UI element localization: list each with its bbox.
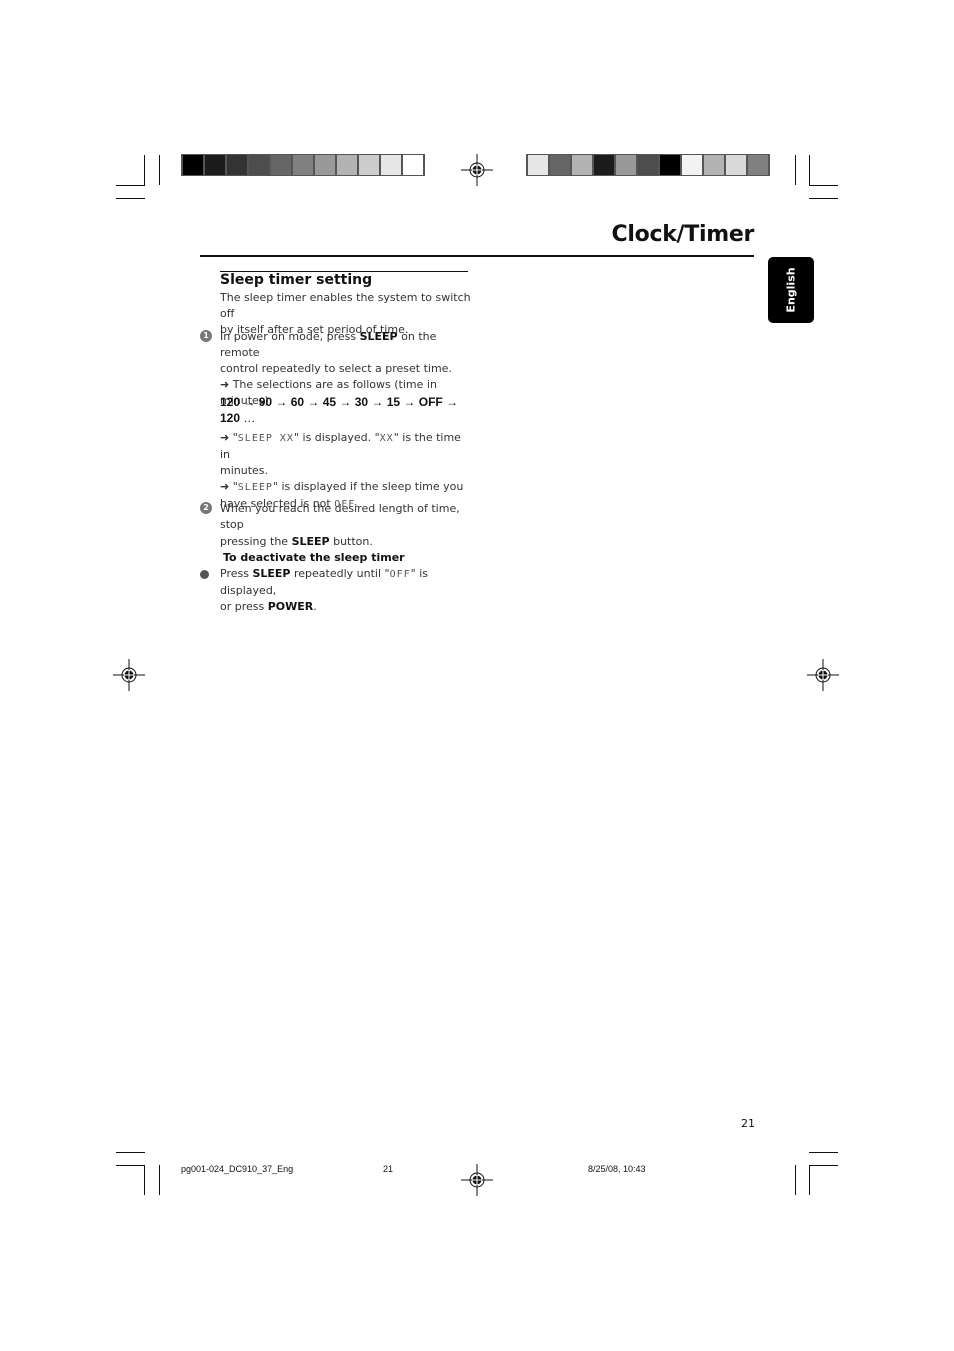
- lcd-display-text: SLEEP XX: [237, 433, 294, 444]
- text: button.: [329, 535, 373, 548]
- crop-mark: [809, 198, 838, 199]
- sequence-line: 120 → 90 → 60 → 45 → 30 → 15 → OFF →: [220, 395, 459, 409]
- crop-mark: [116, 1165, 145, 1166]
- color-calibration-bar-left: [181, 154, 425, 176]
- color-swatch: [381, 155, 401, 175]
- color-swatch: [227, 155, 247, 175]
- key-name: SLEEP: [252, 567, 291, 580]
- text: In power on mode, press: [220, 330, 360, 343]
- text: When you reach the desired length of tim…: [220, 502, 460, 531]
- crop-mark: [116, 1152, 145, 1153]
- color-swatch: [249, 155, 269, 175]
- lcd-display-text: SLEEP: [237, 482, 273, 493]
- lcd-display-text: XX: [379, 433, 394, 444]
- crop-mark: [809, 1165, 810, 1195]
- color-swatch: [726, 155, 746, 175]
- crop-mark: [809, 1165, 838, 1166]
- crop-mark: [809, 185, 838, 186]
- arrow-right-icon: ➜: [220, 378, 230, 391]
- color-swatch: [682, 155, 702, 175]
- color-calibration-bar-right: [526, 154, 770, 176]
- text: control repeatedly to select a preset ti…: [220, 362, 452, 375]
- step-2-text: When you reach the desired length of tim…: [220, 501, 472, 550]
- footer-filename: pg001-024_DC910_37_Eng: [181, 1164, 294, 1174]
- registration-mark-icon: [461, 154, 493, 186]
- key-name: POWER: [267, 600, 314, 613]
- key-name: SLEEP: [291, 535, 330, 548]
- color-swatch: [271, 155, 291, 175]
- text: ": [229, 480, 238, 493]
- bullet-icon: [200, 570, 209, 579]
- color-swatch: [183, 155, 203, 175]
- color-swatch: [660, 155, 680, 175]
- crop-mark: [159, 1165, 160, 1195]
- registration-mark-icon: [113, 659, 145, 691]
- arrow-right-icon: ➜: [220, 431, 230, 444]
- color-swatch: [293, 155, 313, 175]
- title-divider: [200, 255, 754, 257]
- text: minutes.: [220, 464, 269, 477]
- key-name: SLEEP: [359, 330, 398, 343]
- step-1-icon: 1: [200, 330, 212, 342]
- text: repeatedly until ": [290, 567, 390, 580]
- deactivate-heading: To deactivate the sleep timer: [223, 551, 405, 564]
- text: " is displayed. ": [293, 431, 380, 444]
- crop-mark: [795, 1165, 796, 1195]
- color-swatch: [359, 155, 379, 175]
- color-swatch: [550, 155, 570, 175]
- crop-mark: [116, 198, 145, 199]
- sleep-sequence: 120 → 90 → 60 → 45 → 30 → 15 → OFF → 120…: [220, 394, 472, 426]
- crop-mark: [809, 1152, 838, 1153]
- text: ": [229, 431, 238, 444]
- ellipsis: …: [240, 411, 256, 425]
- page-number: 21: [741, 1117, 755, 1130]
- step-2-icon: 2: [200, 502, 212, 514]
- color-swatch: [528, 155, 548, 175]
- deactivate-text: Press SLEEP repeatedly until "OFF" is di…: [220, 566, 472, 615]
- color-swatch: [638, 155, 658, 175]
- text: or press: [220, 600, 268, 613]
- color-swatch: [748, 155, 768, 175]
- footer-datetime: 8/25/08, 10:43: [588, 1164, 646, 1174]
- footer-page: 21: [383, 1164, 394, 1174]
- page-title: Clock/Timer: [611, 222, 755, 247]
- crop-mark: [144, 155, 145, 185]
- text: " is displayed if the sleep time you: [272, 480, 464, 493]
- arrow-right-icon: ➜: [220, 480, 230, 493]
- color-swatch: [403, 155, 423, 175]
- color-swatch: [315, 155, 335, 175]
- crop-mark: [144, 1165, 145, 1195]
- color-swatch: [572, 155, 592, 175]
- color-swatch: [616, 155, 636, 175]
- crop-mark: [809, 155, 810, 185]
- section-title: Sleep timer setting: [220, 272, 373, 288]
- registration-mark-icon: [807, 659, 839, 691]
- text: The selections are as follows (time in: [229, 378, 437, 391]
- color-swatch: [704, 155, 724, 175]
- language-tab-label: English: [784, 267, 798, 313]
- lcd-display-text: OFF: [389, 569, 411, 580]
- registration-mark-icon: [461, 1164, 493, 1196]
- sequence-value: 120: [220, 411, 241, 425]
- color-swatch: [594, 155, 614, 175]
- text: Press: [220, 567, 253, 580]
- crop-mark: [159, 155, 160, 185]
- crop-mark: [116, 185, 145, 186]
- crop-mark: [795, 155, 796, 185]
- text: .: [313, 600, 317, 613]
- language-tab: English: [768, 257, 814, 323]
- text: pressing the: [220, 535, 292, 548]
- color-swatch: [337, 155, 357, 175]
- color-swatch: [205, 155, 225, 175]
- intro-line: The sleep timer enables the system to sw…: [220, 291, 471, 320]
